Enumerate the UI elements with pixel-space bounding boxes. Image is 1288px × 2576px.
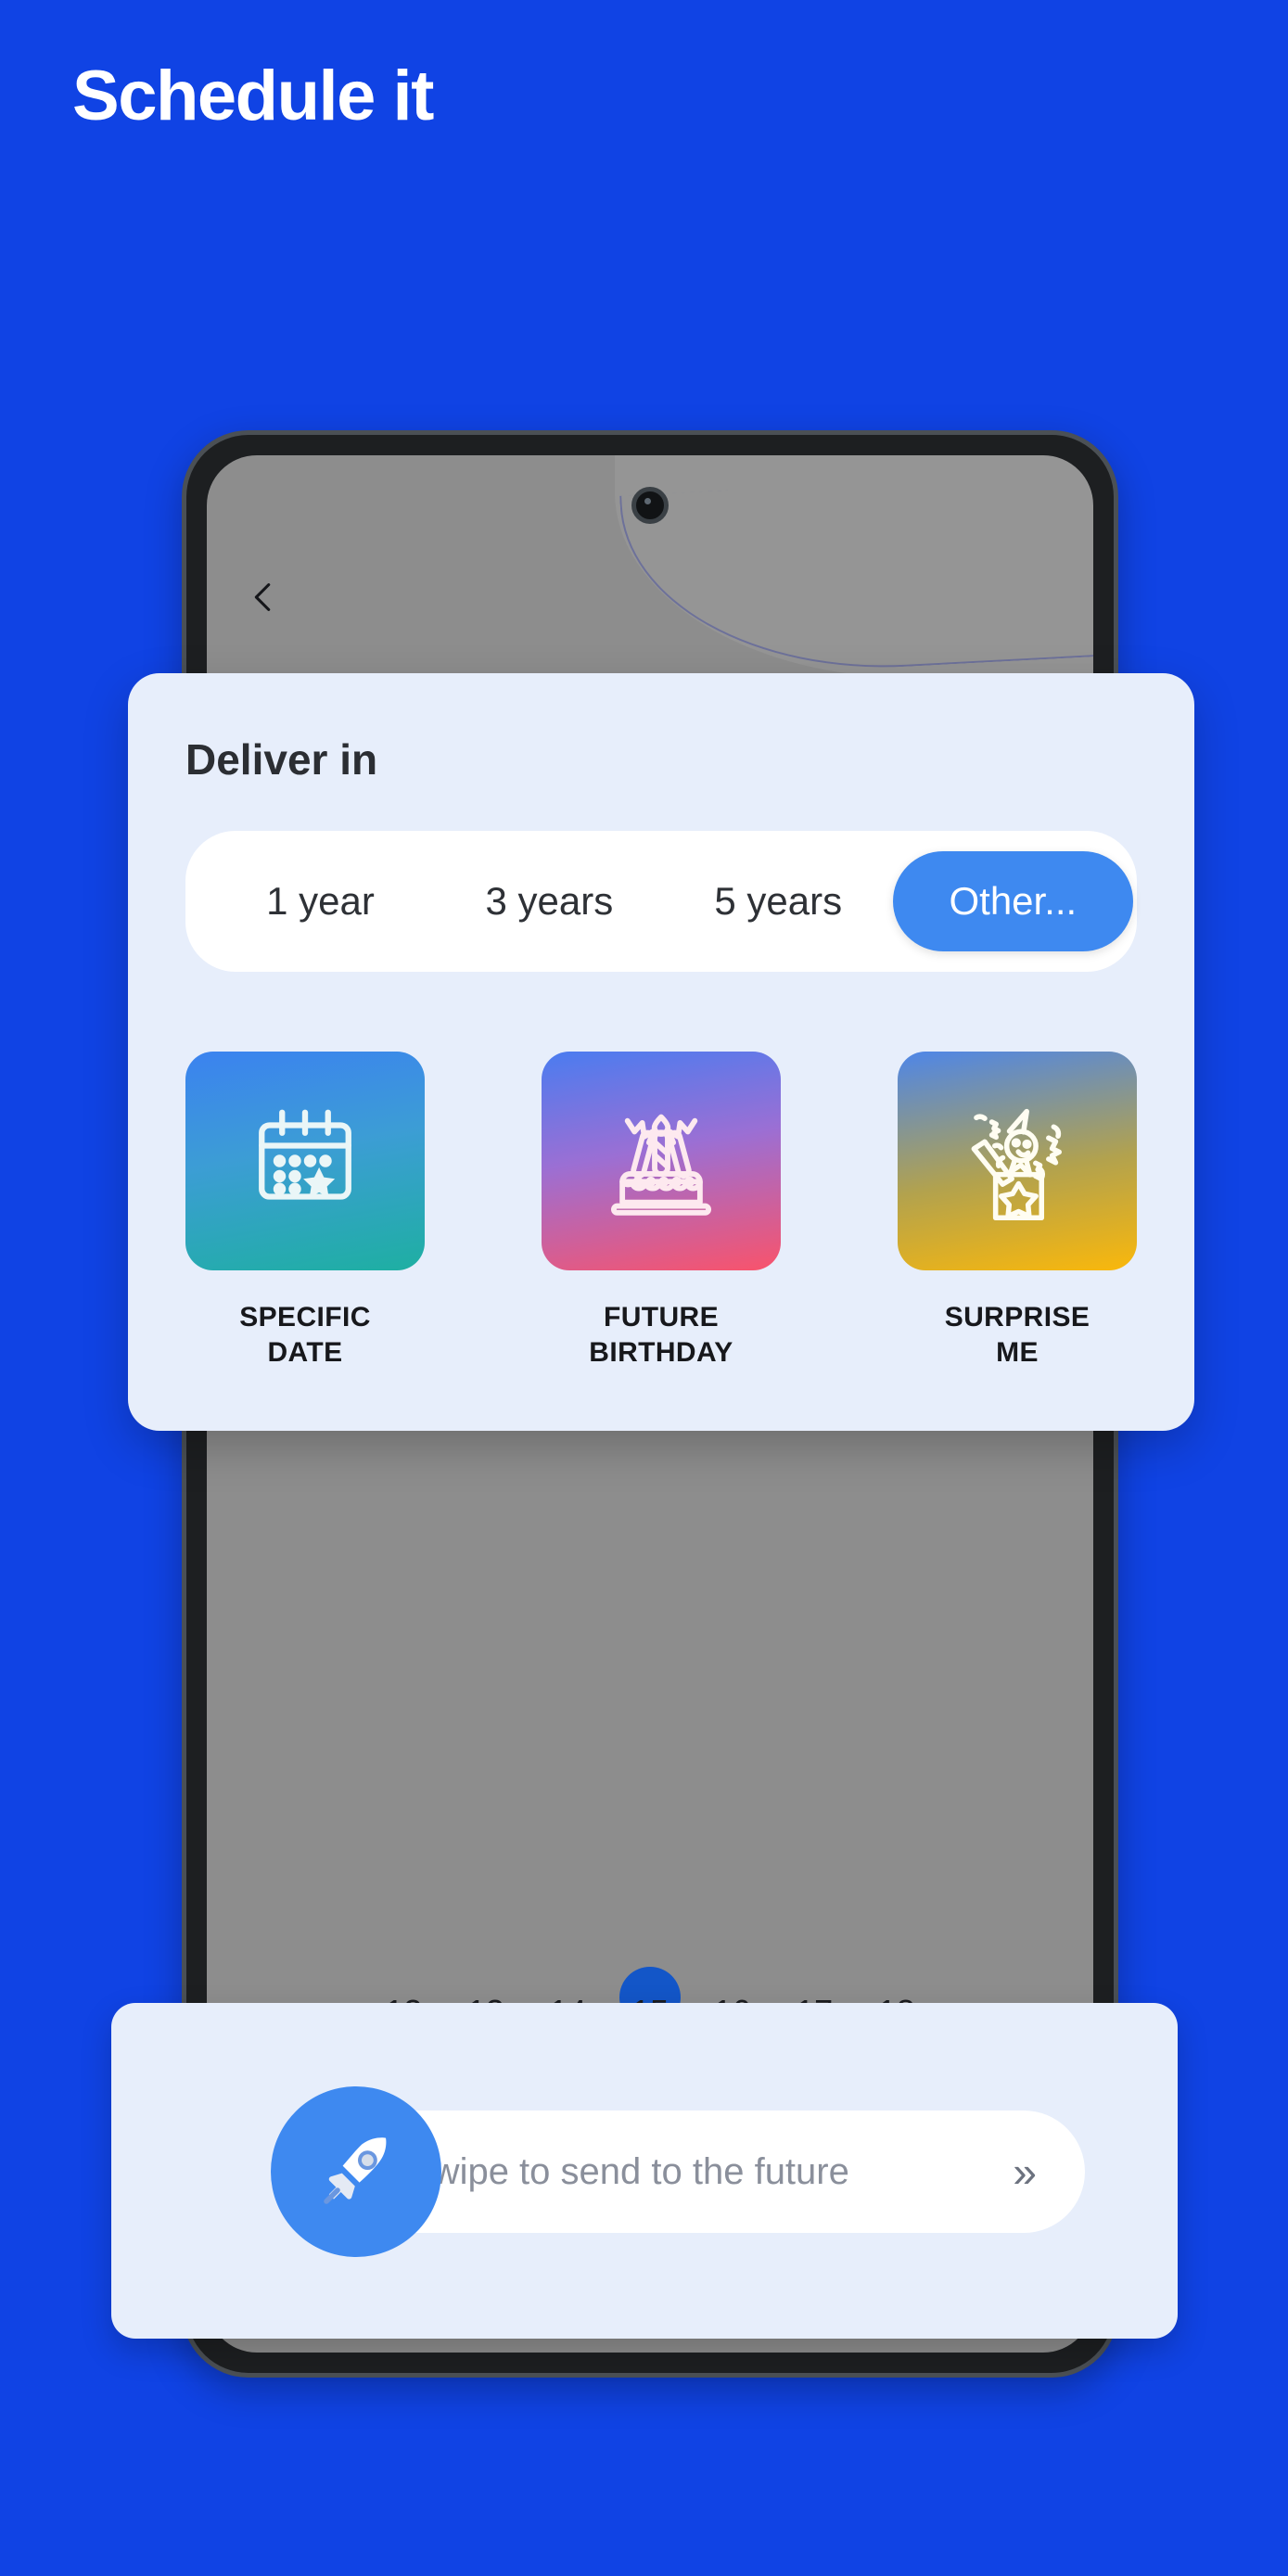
rocket-icon <box>324 2137 387 2204</box>
page-title: Schedule it <box>72 57 434 135</box>
tile-label-line2: DATE <box>267 1337 343 1369</box>
birthday-cake-icon <box>611 1114 711 1216</box>
front-camera-icon <box>631 487 669 524</box>
option-tile-specific-date[interactable]: SPECIFIC DATE <box>185 1052 425 1371</box>
tile-label-line2: ME <box>996 1337 1039 1369</box>
segment-option-3-years[interactable]: 3 years <box>435 831 664 972</box>
delivery-option-tiles: SPECIFIC DATE FUTURE BIRTHDAY SURPRISE M… <box>185 1052 1137 1371</box>
tile-label-line1: FUTURE <box>603 1302 720 1333</box>
segment-option-5-years[interactable]: 5 years <box>664 831 893 972</box>
swipe-to-send-card: Swipe to send to the future » <box>111 2003 1178 2339</box>
segment-option-1-year[interactable]: 1 year <box>206 831 435 972</box>
tile-label-line1: SURPRISE <box>944 1302 1090 1333</box>
modal-title: Deliver in <box>185 735 378 784</box>
swipe-label: Swipe to send to the future <box>408 2150 849 2192</box>
option-tile-specific-date-label: SPECIFIC DATE <box>185 1300 425 1371</box>
option-tile-surprise-me[interactable]: SURPRISE ME <box>898 1052 1137 1371</box>
option-tile-future-birthday-label: FUTURE BIRTHDAY <box>542 1300 781 1371</box>
wallpaper-swoosh <box>615 455 1093 678</box>
specific-date-artwork <box>185 1052 425 1270</box>
double-chevron-right-icon: » <box>1013 2148 1037 2196</box>
deliver-in-modal: Deliver in 1 year 3 years 5 years Other.… <box>128 673 1194 1431</box>
option-tile-surprise-me-label: SURPRISE ME <box>898 1300 1137 1371</box>
calendar-star-icon <box>259 1109 351 1200</box>
deliver-in-segmented-control: 1 year 3 years 5 years Other... <box>185 831 1137 972</box>
tile-label-line1: SPECIFIC <box>239 1302 371 1333</box>
future-birthday-artwork <box>542 1052 781 1270</box>
surprise-me-artwork <box>898 1052 1137 1270</box>
option-tile-future-birthday[interactable]: FUTURE BIRTHDAY <box>542 1052 781 1371</box>
segment-option-other[interactable]: Other... <box>892 851 1133 951</box>
tile-label-line2: BIRTHDAY <box>589 1337 733 1369</box>
chevron-left-icon[interactable] <box>242 576 285 618</box>
swipe-knob[interactable] <box>271 2086 441 2257</box>
jack-in-the-box-icon <box>971 1108 1062 1221</box>
wallpaper-curve <box>619 470 1093 682</box>
